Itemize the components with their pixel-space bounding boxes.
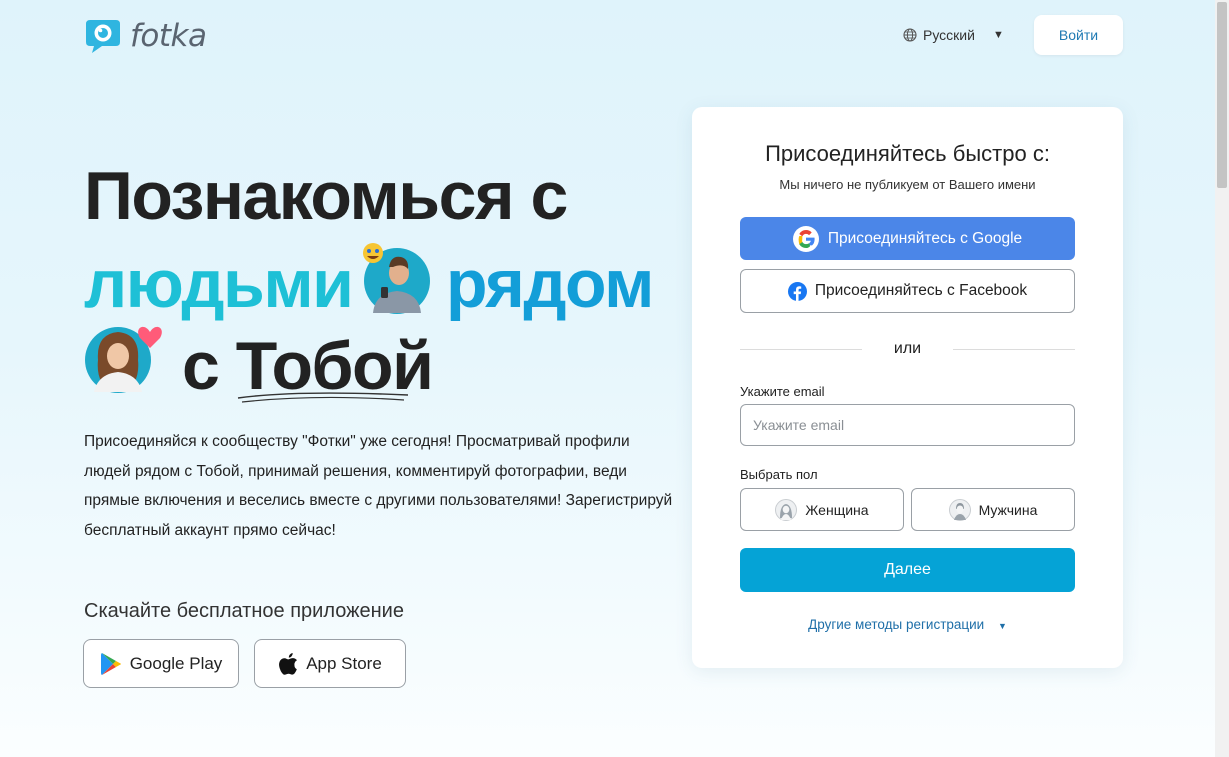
hero-word-people: людьми	[84, 246, 354, 322]
gender-female-button[interactable]: Женщина	[740, 488, 904, 531]
google-play-icon	[100, 652, 121, 675]
google-play-label: Google Play	[129, 653, 223, 673]
hero-heading-line1: Познакомься с	[84, 158, 568, 234]
gender-male-button[interactable]: Мужчина	[911, 488, 1075, 531]
apple-icon	[279, 652, 298, 675]
facebook-icon	[787, 281, 807, 301]
facebook-signup-button[interactable]: Присоединяйтесь с Facebook	[740, 269, 1075, 313]
download-app-title: Скачайте бесплатное приложение	[84, 600, 404, 622]
hero-word-nearby: рядом	[446, 246, 654, 322]
app-store-label: App Store	[306, 653, 382, 673]
signup-subtitle: Мы ничего не публикуем от Вашего имени	[779, 177, 1036, 192]
female-silhouette-icon	[775, 498, 798, 521]
hero-description: Присоединяйся к сообществу "Фотки" уже с…	[84, 433, 673, 539]
scrollbar-thumb[interactable]	[1217, 2, 1227, 188]
or-label: или	[893, 340, 922, 357]
language-selector[interactable]: Русский ▼	[903, 27, 1004, 43]
page-scrollbar[interactable]	[1215, 0, 1229, 757]
scribble-underline	[237, 392, 409, 403]
chevron-down-icon: ▼	[992, 29, 1004, 41]
login-button[interactable]: Войти	[1034, 15, 1123, 55]
signup-card: Присоединяйтесь быстро с: Мы ничего не п…	[692, 107, 1123, 668]
hero-heading-line2: людьми рядом	[84, 250, 654, 318]
email-label: Укажите email	[740, 384, 825, 399]
app-store-button[interactable]: App Store	[254, 639, 406, 688]
other-methods-label: Другие методы регистрации	[808, 617, 985, 632]
female-label: Женщина	[805, 501, 869, 518]
or-divider: или	[740, 339, 1075, 359]
signup-title: Присоединяйтесь быстро с:	[765, 141, 1050, 166]
gender-label: Выбрать пол	[740, 467, 818, 482]
next-button[interactable]: Далее	[740, 548, 1075, 592]
google-signup-label: Присоединяйтесь с Google	[827, 229, 1023, 247]
male-label: Мужчина	[978, 501, 1038, 518]
other-registration-methods-link[interactable]: Другие методы регистрации ▼	[692, 617, 1123, 632]
fotka-logo[interactable]: fotka	[84, 18, 207, 54]
email-field[interactable]	[740, 404, 1075, 446]
male-silhouette-icon	[948, 498, 971, 521]
hero-word-with: с	[182, 328, 220, 404]
female-avatar-image	[85, 326, 162, 393]
google-icon	[792, 225, 819, 252]
facebook-signup-label: Присоединяйтесь с Facebook	[814, 282, 1028, 299]
fotka-logo-icon	[86, 20, 120, 53]
logo-wordmark: fotka	[130, 18, 207, 54]
divider-line	[953, 348, 1075, 350]
google-play-button[interactable]: Google Play	[83, 639, 239, 688]
chevron-down-icon: ▼	[997, 621, 1007, 631]
male-avatar-image	[363, 243, 430, 314]
language-label: Русский	[923, 27, 975, 43]
google-signup-button[interactable]: Присоединяйтесь с Google	[740, 217, 1075, 260]
globe-icon	[903, 28, 917, 42]
divider-line	[740, 348, 862, 350]
